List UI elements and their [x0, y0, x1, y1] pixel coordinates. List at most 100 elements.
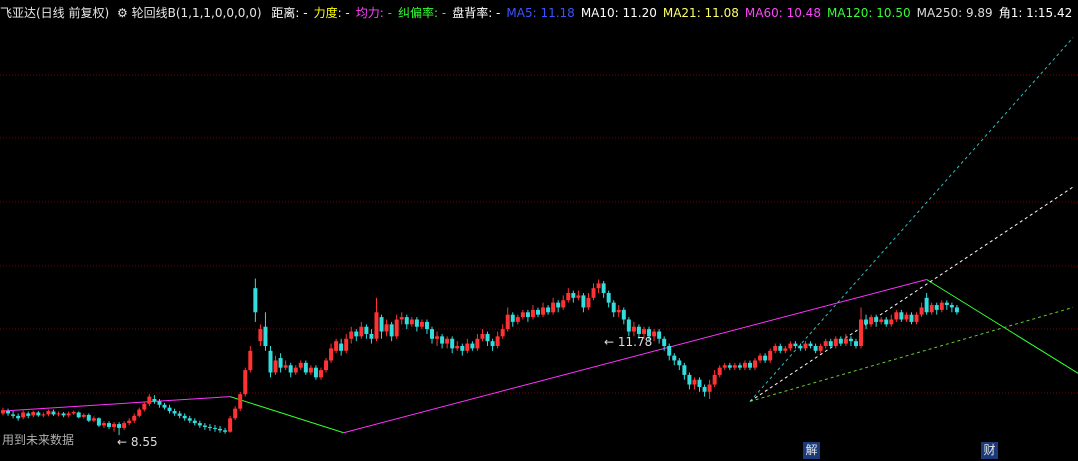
candle-body [430, 329, 435, 339]
candle-body [606, 293, 611, 303]
candle-body [621, 309, 626, 320]
candle-body [172, 411, 177, 414]
candle-body [440, 336, 445, 344]
candle-body [803, 343, 808, 349]
candle-body [742, 362, 747, 368]
candle-body [1, 410, 5, 414]
candle-body [424, 321, 429, 330]
candle-body [112, 424, 117, 427]
candle-body [919, 307, 924, 315]
fan-line [749, 186, 1074, 402]
candle-body [96, 418, 101, 426]
candle-body [182, 415, 187, 419]
candle-body [157, 401, 162, 405]
candle-body [324, 360, 329, 371]
tag-cai[interactable]: 财 [981, 442, 998, 459]
candle-body [884, 319, 889, 325]
candle-body [278, 358, 283, 368]
candle-body [11, 414, 16, 416]
candle-body [248, 350, 253, 371]
candle-body [712, 374, 717, 385]
candle-body [677, 360, 682, 366]
candle-body [71, 412, 76, 414]
candle-body [142, 403, 147, 410]
tag-jie[interactable]: 解 [803, 442, 820, 459]
candle-body [329, 348, 334, 361]
candle-body [536, 309, 540, 315]
candle-body [414, 319, 419, 327]
candle-body [672, 355, 677, 361]
candle-body [818, 346, 823, 351]
candle-body [16, 415, 21, 419]
candle-body [117, 424, 122, 428]
candle-body [101, 423, 106, 426]
candle-body [152, 399, 157, 402]
candle-body [924, 297, 929, 313]
candle-body [167, 407, 172, 412]
candle-body [591, 288, 596, 298]
candle-body [556, 302, 561, 308]
candle-body [823, 341, 828, 346]
candle-body [631, 326, 636, 332]
candle-body [6, 411, 11, 414]
candle-body [843, 338, 848, 344]
candle-body [758, 355, 763, 361]
candle-body [626, 319, 631, 332]
candle-body [26, 413, 31, 416]
candle-body [641, 329, 646, 334]
candle-body [41, 414, 46, 416]
candle-body [500, 329, 505, 337]
candle-body [929, 305, 934, 313]
candle-body [36, 412, 41, 416]
future-data-note: 用到未来数据 [2, 433, 75, 447]
candle-body [763, 355, 768, 361]
candle-body [727, 365, 732, 368]
candle-body [576, 295, 581, 298]
candle-body [187, 418, 192, 421]
candle-body [339, 343, 344, 351]
candle-body [263, 326, 268, 346]
candle-body [586, 297, 591, 308]
candle-body [379, 317, 384, 332]
candle-body [228, 418, 233, 432]
candle-body [808, 343, 813, 346]
trend-line [926, 279, 1078, 374]
candle-body [692, 379, 697, 385]
candle-body [354, 331, 359, 337]
candle-body [520, 312, 525, 318]
candle-body [409, 319, 414, 325]
price-annotation: ← 8.55 [117, 435, 158, 449]
candle-body [394, 319, 399, 337]
candle-body [798, 346, 803, 349]
candle-body [717, 367, 722, 375]
candle-body [212, 427, 217, 429]
candle-body [318, 370, 323, 378]
candle-body [384, 324, 389, 332]
candle-body [949, 305, 954, 308]
candle-body [732, 365, 737, 368]
candle-body [273, 360, 278, 373]
candle-body [828, 341, 833, 346]
candle-body [233, 408, 238, 419]
candle-body [66, 413, 71, 416]
candle-body [773, 346, 778, 351]
candle-body [218, 428, 223, 431]
candle-body [657, 331, 662, 339]
candle-body [753, 360, 758, 368]
candle-body [445, 338, 450, 344]
candle-body [298, 362, 303, 368]
candle-body [667, 346, 672, 356]
candle-body [838, 338, 843, 344]
candle-body [480, 333, 485, 339]
candle-body [162, 404, 167, 408]
candle-body [207, 426, 212, 428]
candle-body [546, 307, 551, 313]
candle-body [853, 341, 858, 346]
candle-body [127, 420, 132, 424]
candle-body [530, 309, 535, 318]
candle-body [611, 302, 616, 313]
candle-body [561, 300, 566, 308]
trend-line [343, 279, 927, 434]
candle-body [192, 420, 197, 424]
candle-body [31, 412, 36, 416]
